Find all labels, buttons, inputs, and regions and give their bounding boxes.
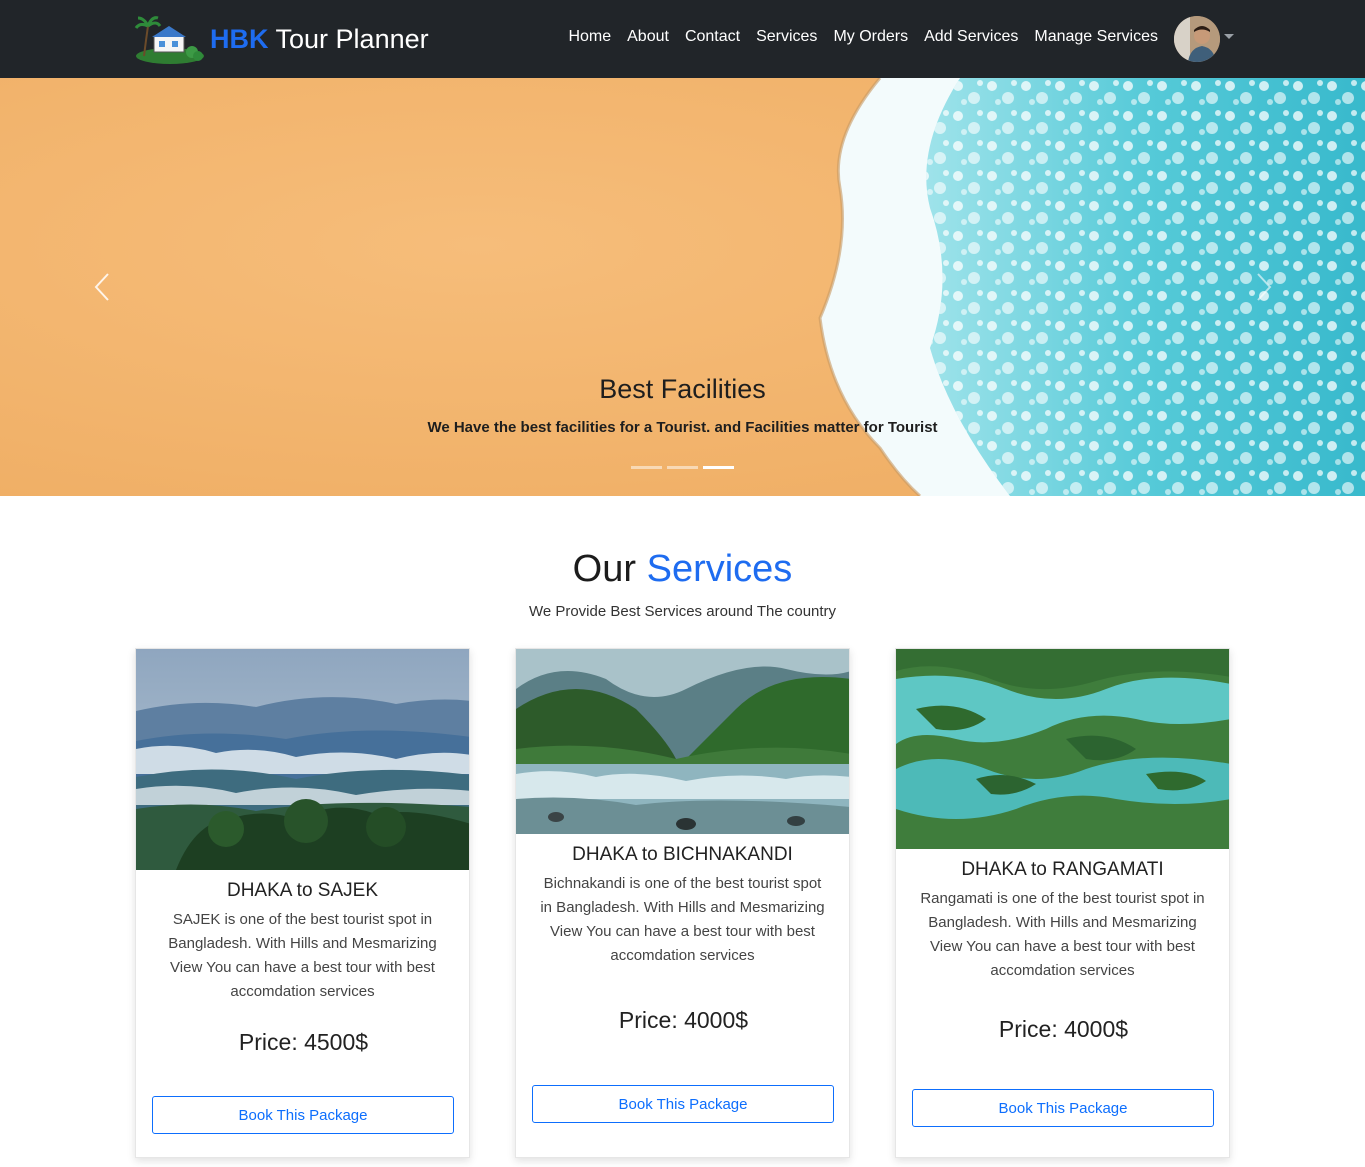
brand[interactable]: HBK Tour Planner bbox=[132, 12, 429, 66]
logo-icon bbox=[134, 16, 204, 64]
nav-my-orders[interactable]: My Orders bbox=[833, 28, 908, 46]
services-heading-a: Our bbox=[572, 548, 637, 590]
hero-carousel: Best Facilities We Have the best facilit… bbox=[0, 78, 1365, 496]
card-description: Bichnakandi is one of the best tourist s… bbox=[540, 875, 825, 964]
brand-accent: HBK bbox=[210, 23, 269, 54]
avatar[interactable] bbox=[1174, 16, 1220, 62]
nav-manage-services[interactable]: Manage Services bbox=[1034, 28, 1158, 46]
service-card: DHAKA to RANGAMATI Rangamati is one of t… bbox=[895, 648, 1230, 1158]
card-description: SAJEK is one of the best tourist spot in… bbox=[168, 911, 437, 1000]
card-title: DHAKA to SAJEK bbox=[226, 880, 378, 901]
services-subtitle: We Provide Best Services around The coun… bbox=[528, 603, 837, 620]
bichnakandi-image bbox=[516, 649, 849, 834]
card-title: DHAKA to RANGAMATI bbox=[961, 859, 1164, 880]
service-card: DHAKA to BICHNAKANDI Bichnakandi is one … bbox=[515, 648, 850, 1158]
carousel-indicator-2[interactable] bbox=[667, 466, 698, 469]
nav-about[interactable]: About bbox=[627, 28, 669, 46]
nav-home[interactable]: Home bbox=[568, 28, 611, 46]
card-price: Price: 4500$ bbox=[238, 1029, 369, 1055]
nav-add-services[interactable]: Add Services bbox=[924, 28, 1018, 46]
book-package-button[interactable]: Book This Package bbox=[152, 1096, 454, 1134]
carousel-indicator-1[interactable] bbox=[631, 466, 662, 469]
book-package-button[interactable]: Book This Package bbox=[532, 1085, 834, 1123]
card-price: Price: 4000$ bbox=[998, 1016, 1129, 1042]
card-title: DHAKA to BICHNAKANDI bbox=[572, 844, 793, 865]
sajek-image bbox=[136, 649, 469, 870]
carousel-caption-title: Best Facilities bbox=[599, 374, 766, 404]
navbar: HBK Tour Planner Home About Contact Serv… bbox=[0, 0, 1365, 78]
nav-services[interactable]: Services bbox=[756, 28, 817, 46]
rangamati-image bbox=[896, 649, 1229, 849]
card-description: Rangamati is one of the best tourist spo… bbox=[920, 890, 1205, 979]
brand-rest: Tour Planner bbox=[275, 23, 429, 54]
nav-links: Home About Contact Services My Orders Ad… bbox=[568, 28, 1158, 46]
services-heading: Our Services bbox=[0, 548, 1365, 591]
services-heading-b: Services bbox=[646, 548, 793, 590]
caret-down-icon[interactable] bbox=[1224, 34, 1234, 39]
chevron-right-icon[interactable] bbox=[1252, 270, 1276, 304]
card-price: Price: 4000$ bbox=[618, 1007, 749, 1033]
nav-contact[interactable]: Contact bbox=[685, 28, 740, 46]
service-card: DHAKA to SAJEK SAJEK is one of the best … bbox=[135, 648, 470, 1158]
carousel-indicator-3[interactable] bbox=[703, 466, 734, 469]
avatar-image bbox=[1174, 16, 1220, 62]
brand-name: HBK Tour Planner bbox=[210, 24, 429, 55]
carousel-indicators bbox=[631, 466, 734, 469]
book-package-button[interactable]: Book This Package bbox=[912, 1089, 1214, 1127]
chevron-left-icon[interactable] bbox=[90, 270, 114, 304]
carousel-caption-text: We Have the best facilities for a Touris… bbox=[427, 419, 938, 436]
